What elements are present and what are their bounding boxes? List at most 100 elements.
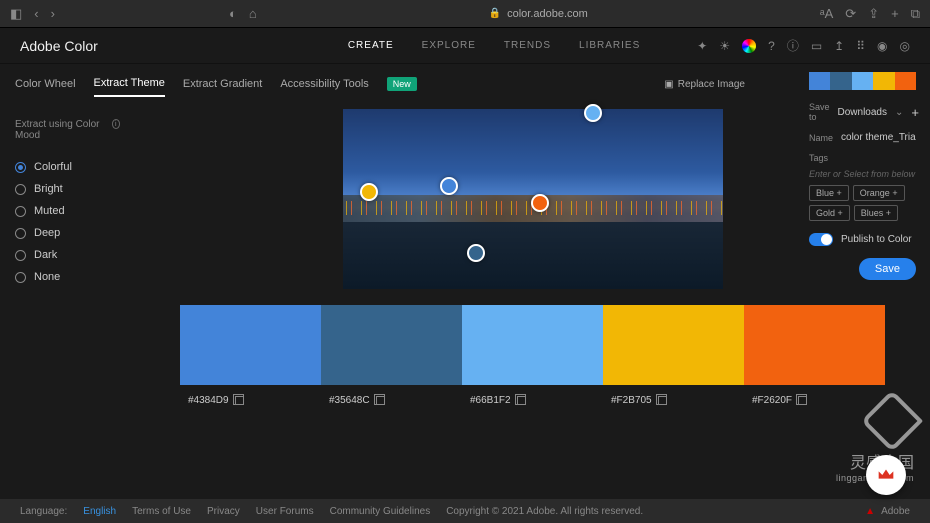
footer-link[interactable]: Terms of Use bbox=[132, 506, 191, 517]
save-button[interactable]: Save bbox=[859, 258, 916, 280]
mood-colorful[interactable]: Colorful bbox=[15, 156, 120, 178]
footer: Language: English Terms of UsePrivacyUse… bbox=[0, 499, 930, 523]
swatch-2[interactable] bbox=[462, 305, 603, 385]
color-picker-2[interactable] bbox=[360, 183, 378, 201]
home-icon[interactable]: ⌂ bbox=[249, 6, 257, 21]
browser-chrome: ◧ ‹ › ◐ ⌂ 🔒 color.adobe.com ᵃA ⟳ ⇪ + ⧉ bbox=[0, 0, 930, 28]
footer-link[interactable]: Privacy bbox=[207, 506, 240, 517]
add-tag-icon: + bbox=[892, 188, 897, 198]
mini-swatch-3[interactable] bbox=[873, 72, 894, 90]
tag-chip[interactable]: Orange + bbox=[853, 185, 905, 201]
theme-name-input[interactable] bbox=[841, 132, 916, 143]
new-tab-icon[interactable]: + bbox=[891, 6, 899, 21]
url-bar[interactable]: 🔒 color.adobe.com bbox=[269, 8, 808, 20]
nav-explore[interactable]: EXPLORE bbox=[422, 40, 476, 51]
copy-icon[interactable] bbox=[798, 396, 807, 405]
nav-create[interactable]: CREATE bbox=[348, 40, 394, 51]
copy-icon[interactable] bbox=[376, 396, 385, 405]
tag-chips: Blue +Orange +Gold +Blues + bbox=[809, 185, 916, 221]
hex-cell-4: #F2620F bbox=[744, 395, 885, 406]
nav-trends[interactable]: TRENDS bbox=[504, 40, 551, 51]
info-icon[interactable]: i bbox=[112, 119, 120, 129]
tag-chip[interactable]: Blue + bbox=[809, 185, 849, 201]
replace-image-button[interactable]: ▣ Replace Image bbox=[664, 79, 745, 90]
mini-swatch-0[interactable] bbox=[809, 72, 830, 90]
badge-new: New bbox=[387, 77, 417, 91]
reader-icon[interactable]: ᵃA bbox=[820, 6, 834, 21]
copy-icon[interactable] bbox=[517, 396, 526, 405]
footer-link[interactable]: Community Guidelines bbox=[330, 506, 431, 517]
swatch-1[interactable] bbox=[321, 305, 462, 385]
mini-swatch-4[interactable] bbox=[895, 72, 916, 90]
tab-color-wheel[interactable]: Color Wheel bbox=[15, 72, 76, 96]
info-icon[interactable]: ⓘ bbox=[787, 37, 799, 54]
saveto-row: Save to Downloads ⌄ + bbox=[809, 102, 916, 122]
mood-none[interactable]: None bbox=[15, 266, 120, 288]
reload-icon[interactable]: ⟳ bbox=[845, 6, 856, 22]
color-picker-1[interactable] bbox=[440, 177, 458, 195]
swatch-0[interactable] bbox=[180, 305, 321, 385]
swatch-3[interactable] bbox=[603, 305, 744, 385]
apps-icon[interactable]: ⠿ bbox=[856, 39, 865, 53]
forward-icon[interactable]: › bbox=[51, 6, 55, 21]
swatch-4[interactable] bbox=[744, 305, 885, 385]
tab-accessibility[interactable]: Accessibility Tools bbox=[280, 72, 368, 96]
cc-icon[interactable]: ◎ bbox=[900, 39, 910, 53]
adobe-label: Adobe bbox=[881, 506, 910, 517]
footer-link[interactable]: User Forums bbox=[256, 506, 314, 517]
copy-icon[interactable] bbox=[235, 396, 244, 405]
color-picker-4[interactable] bbox=[467, 244, 485, 262]
source-image[interactable] bbox=[343, 109, 723, 289]
language-select[interactable]: English bbox=[83, 506, 116, 517]
mini-swatch-1[interactable] bbox=[830, 72, 851, 90]
share-icon[interactable]: ⇪ bbox=[868, 6, 879, 22]
shield-icon[interactable]: ◐ bbox=[229, 6, 237, 21]
name-row: Name bbox=[809, 132, 916, 143]
star-icon[interactable]: ✦ bbox=[697, 39, 707, 53]
mood-muted[interactable]: Muted bbox=[15, 200, 120, 222]
color-picker-0[interactable] bbox=[584, 104, 602, 122]
hex-cell-1: #35648C bbox=[321, 395, 462, 406]
user-icon[interactable]: ◉ bbox=[877, 39, 887, 53]
hex-value[interactable]: #66B1F2 bbox=[470, 395, 511, 406]
hex-value[interactable]: #F2B705 bbox=[611, 395, 652, 406]
upload-icon[interactable]: ↥ bbox=[834, 39, 844, 53]
color-picker-3[interactable] bbox=[531, 194, 549, 212]
tab-extract-theme[interactable]: Extract Theme bbox=[94, 71, 165, 97]
mood-dark[interactable]: Dark bbox=[15, 244, 120, 266]
help-icon[interactable]: ? bbox=[768, 39, 775, 53]
url-text: color.adobe.com bbox=[507, 8, 588, 20]
mood-title: Extract using Color Mood i bbox=[15, 119, 120, 141]
hex-cell-2: #66B1F2 bbox=[462, 395, 603, 406]
mood-bright[interactable]: Bright bbox=[15, 178, 120, 200]
back-icon[interactable]: ‹ bbox=[34, 6, 38, 21]
add-tag-icon: + bbox=[837, 188, 842, 198]
feedback-fab[interactable] bbox=[866, 455, 906, 495]
copy-icon[interactable] bbox=[658, 396, 667, 405]
image-icon: ▣ bbox=[664, 79, 673, 90]
hex-row: #4384D9 #35648C #66B1F2 #F2B705 #F2620F bbox=[180, 395, 885, 406]
sidebar-toggle-icon[interactable]: ◧ bbox=[10, 6, 22, 22]
hex-value[interactable]: #35648C bbox=[329, 395, 370, 406]
left-panel: Extract using Color Mood i ColorfulBrigh… bbox=[0, 104, 135, 406]
chevron-down-icon[interactable]: ⌄ bbox=[895, 107, 903, 118]
hex-value[interactable]: #4384D9 bbox=[188, 395, 229, 406]
add-library-button[interactable]: + bbox=[911, 105, 919, 120]
tag-chip[interactable]: Blues + bbox=[854, 205, 898, 221]
hex-value[interactable]: #F2620F bbox=[752, 395, 792, 406]
tags-area: Tags Enter or Select from below Blue +Or… bbox=[809, 153, 916, 221]
color-wheel-icon[interactable] bbox=[742, 39, 756, 53]
publish-toggle[interactable] bbox=[809, 233, 833, 246]
mood-deep[interactable]: Deep bbox=[15, 222, 120, 244]
footer-links: Terms of Use Privacy User Forums Community … bbox=[132, 506, 430, 517]
header-icons: ✦ ☀ ? ⓘ ▭ ↥ ⠿ ◉ ◎ bbox=[697, 37, 910, 54]
saveto-dropdown[interactable]: Downloads bbox=[838, 107, 887, 118]
tab-extract-gradient[interactable]: Extract Gradient bbox=[183, 72, 262, 96]
nav-libraries[interactable]: LIBRARIES bbox=[579, 40, 640, 51]
chat-icon[interactable]: ▭ bbox=[811, 39, 822, 53]
tabs-icon[interactable]: ⧉ bbox=[911, 6, 920, 22]
brightness-icon[interactable]: ☀ bbox=[719, 39, 730, 53]
tag-chip[interactable]: Gold + bbox=[809, 205, 850, 221]
mini-swatch-2[interactable] bbox=[852, 72, 873, 90]
publish-row: Publish to Color bbox=[809, 233, 916, 246]
